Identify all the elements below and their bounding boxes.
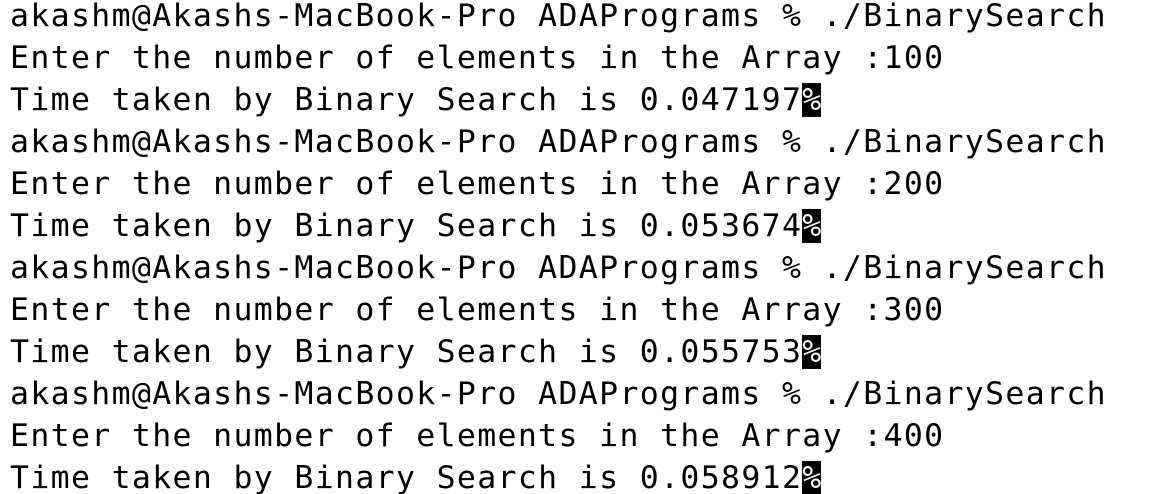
partial-line-marker: % (802, 334, 822, 370)
output-text: Time taken by Binary Search is 0.047197 (10, 82, 803, 118)
output-line: Time taken by Binary Search is 0.058912% (10, 457, 1150, 494)
input-line: Enter the number of elements in the Arra… (10, 292, 945, 328)
terminal-window[interactable]: akashm@Akashs-MacBook-Pro ADAPrograms % … (0, 0, 1150, 494)
output-line: Time taken by Binary Search is 0.053674% (10, 205, 1150, 247)
partial-line-marker: % (802, 82, 822, 118)
prompt-line: akashm@Akashs-MacBook-Pro ADAPrograms % … (10, 124, 1107, 160)
input-line: Enter the number of elements in the Arra… (10, 418, 945, 454)
prompt-line: akashm@Akashs-MacBook-Pro ADAPrograms % … (10, 250, 1107, 286)
output-text: Time taken by Binary Search is 0.058912 (10, 460, 803, 494)
prompt-line: akashm@Akashs-MacBook-Pro ADAPrograms % … (10, 376, 1107, 412)
output-line: Time taken by Binary Search is 0.055753% (10, 331, 1150, 373)
partial-line-marker: % (802, 460, 822, 494)
output-text: Time taken by Binary Search is 0.053674 (10, 208, 803, 244)
output-text: Time taken by Binary Search is 0.055753 (10, 334, 803, 370)
prompt-line: akashm@Akashs-MacBook-Pro ADAPrograms % … (10, 0, 1107, 34)
input-line: Enter the number of elements in the Arra… (10, 40, 945, 76)
output-line: Time taken by Binary Search is 0.047197% (10, 79, 1150, 121)
partial-line-marker: % (802, 208, 822, 244)
input-line: Enter the number of elements in the Arra… (10, 166, 945, 202)
